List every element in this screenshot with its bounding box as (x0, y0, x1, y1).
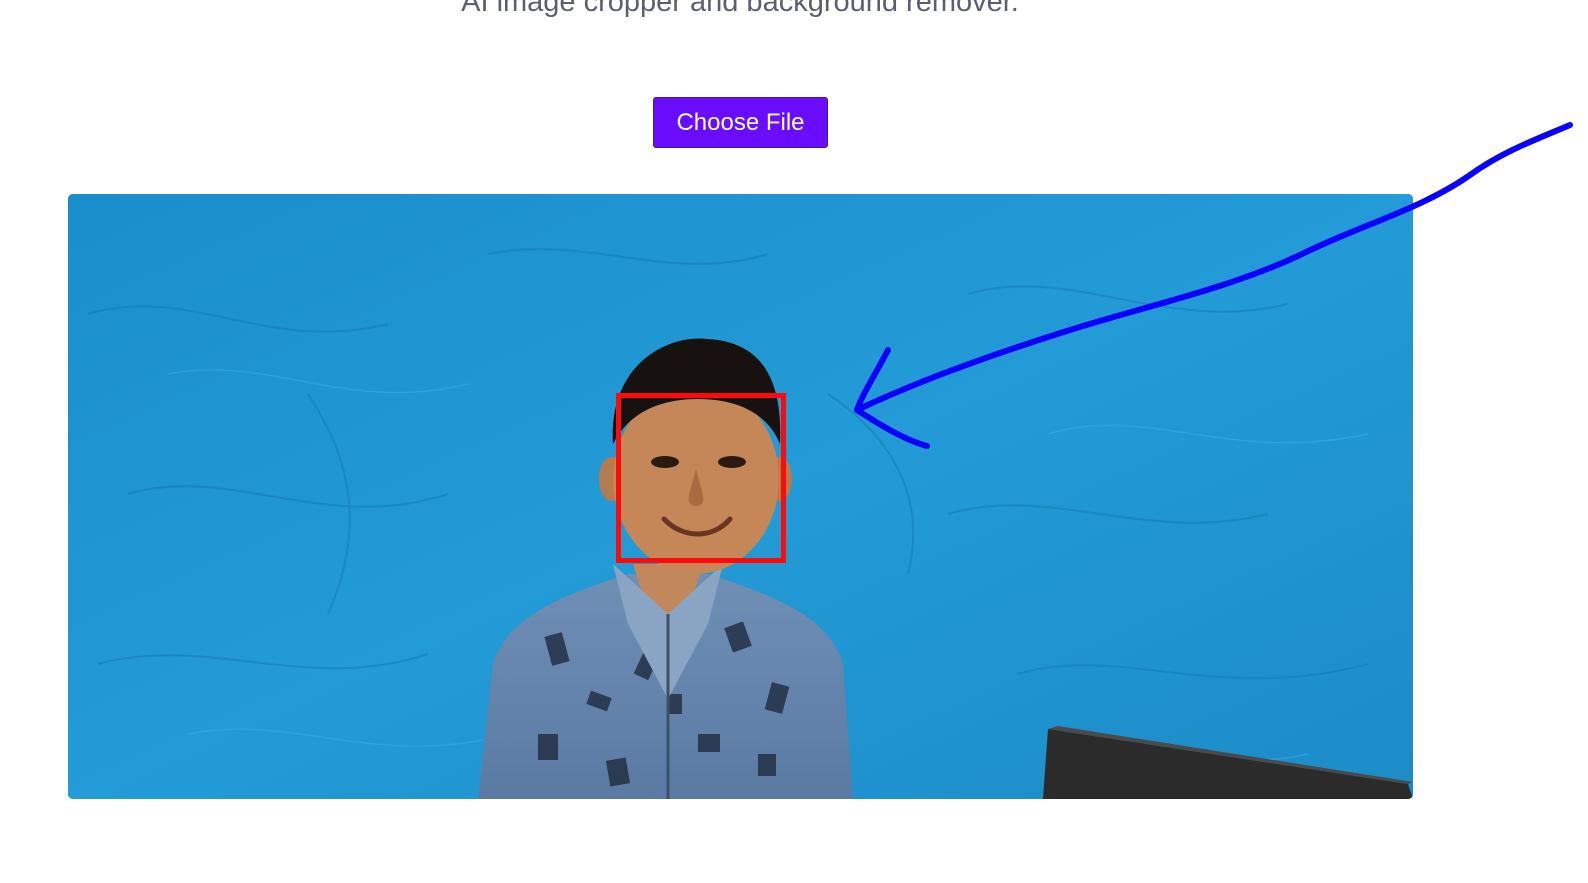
face-detection-box (616, 393, 786, 563)
choose-file-button[interactable]: Choose File (653, 97, 828, 148)
preview-image (68, 194, 1413, 799)
page-subtitle: AI image cropper and background remover. (461, 0, 1019, 18)
page: AI image cropper and background remover.… (0, 0, 1588, 883)
